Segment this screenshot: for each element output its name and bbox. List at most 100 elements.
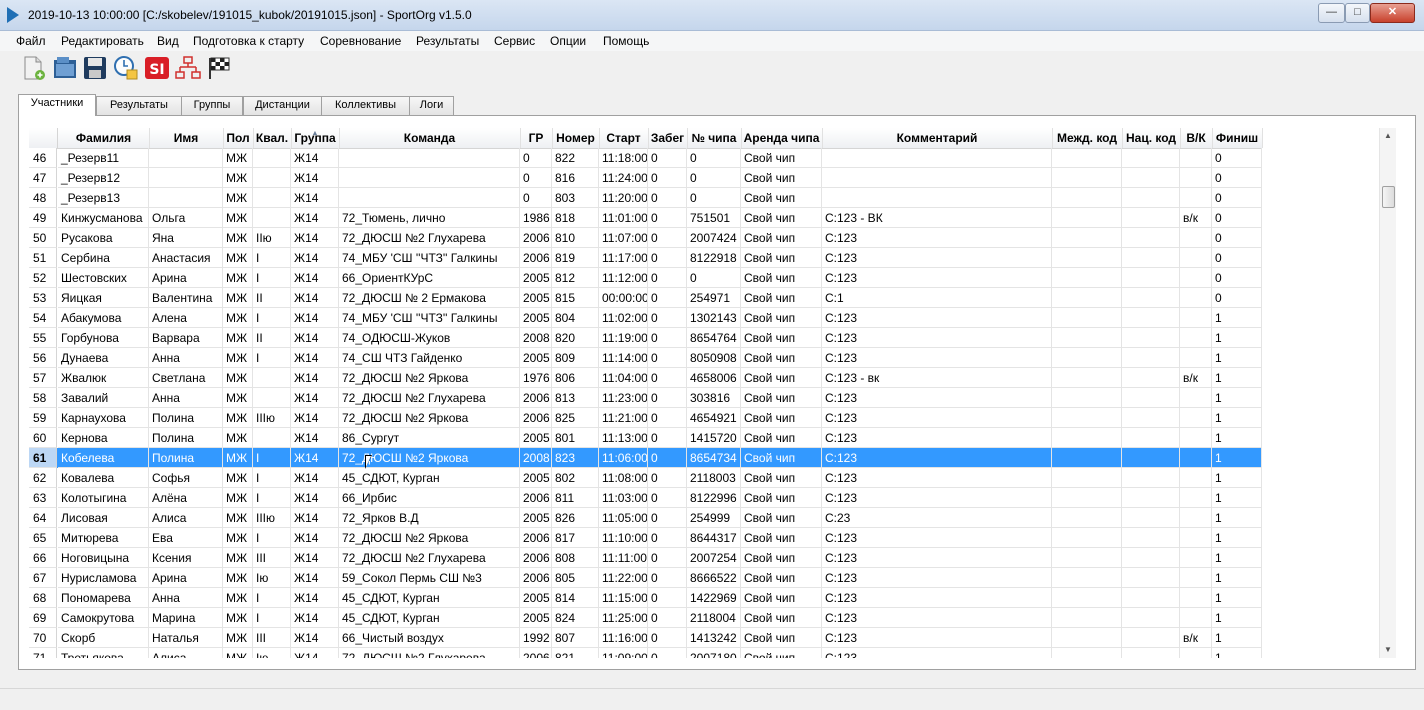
- col-bib-cell[interactable]: 802: [552, 468, 599, 488]
- col-chip-cell[interactable]: 303816: [687, 388, 741, 408]
- col-birth-year-cell[interactable]: 2006: [520, 408, 552, 428]
- col-natl-code-cell[interactable]: [1122, 308, 1180, 328]
- col-birth-year-cell[interactable]: 2006: [520, 568, 552, 588]
- menu-help[interactable]: Помощь: [603, 34, 649, 48]
- col-gender-cell[interactable]: МЖ: [223, 568, 253, 588]
- col-gender-cell[interactable]: МЖ: [223, 348, 253, 368]
- col-qual-cell[interactable]: II: [253, 288, 291, 308]
- col-heat-cell[interactable]: 0: [648, 508, 687, 528]
- col-intl-code-cell[interactable]: [1052, 208, 1122, 228]
- col-name-cell[interactable]: Яна: [149, 228, 223, 248]
- col-chip-rent-cell[interactable]: Свой чип: [741, 488, 822, 508]
- col-birth-year-cell[interactable]: 1986: [520, 208, 552, 228]
- col-gender-cell[interactable]: МЖ: [223, 488, 253, 508]
- col-chip-rent-cell[interactable]: Свой чип: [741, 328, 822, 348]
- col-heat-cell[interactable]: 0: [648, 388, 687, 408]
- col-name-cell[interactable]: [149, 148, 223, 168]
- col-surname-cell[interactable]: Русакова: [58, 228, 149, 248]
- col-out-of-comp-cell[interactable]: [1180, 268, 1212, 288]
- col-start-cell[interactable]: 11:03:00: [599, 488, 648, 508]
- col-chip-rent-cell[interactable]: Свой чип: [741, 348, 822, 368]
- col-qual-cell[interactable]: [253, 148, 291, 168]
- col-gender-cell[interactable]: МЖ: [223, 148, 253, 168]
- col-intl-code-cell[interactable]: [1052, 328, 1122, 348]
- col-chip-header[interactable]: № чипа: [687, 128, 742, 148]
- table-row[interactable]: 68 Пономарева Анна МЖ I Ж14 45_СДЮТ, Курган 200…: [29, 588, 1262, 608]
- col-heat-cell[interactable]: 0: [648, 408, 687, 428]
- col-qual-cell[interactable]: [253, 368, 291, 388]
- table-row[interactable]: 69 Самокрутова Марина МЖ I Ж14 45_СДЮТ, Курган…: [29, 608, 1262, 628]
- col-group-cell[interactable]: Ж14: [291, 528, 339, 548]
- col-natl-code-cell[interactable]: [1122, 468, 1180, 488]
- col-team-cell[interactable]: 66_ОриентКУрС: [339, 268, 520, 288]
- col-birth-year-cell[interactable]: 2006: [520, 388, 552, 408]
- col-chip-cell[interactable]: 0: [687, 188, 741, 208]
- col-bib-cell[interactable]: 815: [552, 288, 599, 308]
- col-intl-code-cell[interactable]: [1052, 488, 1122, 508]
- col-comment-cell[interactable]: С:123: [822, 268, 1052, 288]
- col-chip-rent-cell[interactable]: Свой чип: [741, 228, 822, 248]
- col-name-cell[interactable]: Ксения: [149, 548, 223, 568]
- col-chip-rent-cell[interactable]: Свой чип: [741, 168, 822, 188]
- col-team-cell[interactable]: 72_Ярков В.Д: [339, 508, 520, 528]
- col-team-cell[interactable]: 86_Сургут: [339, 428, 520, 448]
- col-start-cell[interactable]: 11:11:00: [599, 548, 648, 568]
- col-bib-cell[interactable]: 809: [552, 348, 599, 368]
- col-qual-cell[interactable]: III: [253, 628, 291, 648]
- col-comment-cell[interactable]: С:123: [822, 408, 1052, 428]
- table-row[interactable]: 47 _Резерв12 МЖ Ж14 0 816 11:24:00 0 0 Свой чип 0: [29, 168, 1262, 188]
- menu-file[interactable]: Файл: [16, 34, 46, 48]
- col-natl-code-cell[interactable]: [1122, 248, 1180, 268]
- col-birth-year-cell[interactable]: 2005: [520, 468, 552, 488]
- col-chip-rent-cell[interactable]: Свой чип: [741, 288, 822, 308]
- col-chip-rent-cell[interactable]: Свой чип: [741, 628, 822, 648]
- col-birth-year-cell[interactable]: 2005: [520, 608, 552, 628]
- menu-options[interactable]: Опции: [550, 34, 586, 48]
- col-surname-cell[interactable]: Нурисламова: [58, 568, 149, 588]
- col-comment-cell[interactable]: С:123: [822, 548, 1052, 568]
- col-gender-cell[interactable]: МЖ: [223, 648, 253, 658]
- col-out-of-comp-cell[interactable]: [1180, 648, 1212, 658]
- col-finish-cell[interactable]: 1: [1212, 548, 1262, 568]
- col-birth-year-cell[interactable]: 2008: [520, 448, 552, 468]
- row-number[interactable]: 55: [29, 328, 57, 348]
- col-chip-rent-cell[interactable]: Свой чип: [741, 188, 822, 208]
- col-heat-cell[interactable]: 0: [648, 548, 687, 568]
- col-surname-cell[interactable]: Карнаухова: [58, 408, 149, 428]
- col-finish-cell[interactable]: 1: [1212, 348, 1262, 368]
- col-group-cell[interactable]: Ж14: [291, 208, 339, 228]
- col-surname-cell[interactable]: Абакумова: [58, 308, 149, 328]
- col-intl-code-cell[interactable]: [1052, 648, 1122, 658]
- col-start-cell[interactable]: 00:00:00: [599, 288, 648, 308]
- menu-preparation[interactable]: Подготовка к старту: [193, 34, 304, 48]
- scroll-thumb[interactable]: [1382, 186, 1395, 208]
- row-number[interactable]: 52: [29, 268, 57, 288]
- col-team-cell[interactable]: 74_МБУ 'СШ ''ЧТЗ'' Галкины: [339, 308, 520, 328]
- row-number[interactable]: 47: [29, 168, 57, 188]
- col-natl-code-cell[interactable]: [1122, 508, 1180, 528]
- col-surname-cell[interactable]: Скорб: [58, 628, 149, 648]
- col-chip-rent-cell[interactable]: Свой чип: [741, 428, 822, 448]
- col-group-cell[interactable]: Ж14: [291, 648, 339, 658]
- col-bib-header[interactable]: Номер: [552, 128, 600, 148]
- row-number[interactable]: 65: [29, 528, 57, 548]
- col-natl-code-cell[interactable]: [1122, 588, 1180, 608]
- col-group-cell[interactable]: Ж14: [291, 348, 339, 368]
- table-row[interactable]: 50 Русакова Яна МЖ IIю Ж14 72_ДЮСШ №2 Глухарев…: [29, 228, 1262, 248]
- col-out-of-comp-cell[interactable]: [1180, 388, 1212, 408]
- col-name-cell[interactable]: Полина: [149, 448, 223, 468]
- col-group-cell[interactable]: Ж14: [291, 448, 339, 468]
- menu-results[interactable]: Результаты: [416, 34, 479, 48]
- participants-table[interactable]: Фамилия Имя Пол Квал. ▲ Группа Команда ГР Номер С…: [29, 128, 1379, 658]
- row-number[interactable]: 64: [29, 508, 57, 528]
- col-team-cell[interactable]: 74_МБУ 'СШ ''ЧТЗ'' Галкины: [339, 248, 520, 268]
- col-out-of-comp-cell[interactable]: [1180, 248, 1212, 268]
- col-team-cell[interactable]: 59_Сокол Пермь СШ №3: [339, 568, 520, 588]
- col-group-cell[interactable]: Ж14: [291, 188, 339, 208]
- table-row[interactable]: 53 Яицкая Валентина МЖ II Ж14 72_ДЮСШ № 2 Ерма…: [29, 288, 1262, 308]
- table-row[interactable]: 66 Ноговицына Ксения МЖ III Ж14 72_ДЮСШ №2 Глу…: [29, 548, 1262, 568]
- col-team-header[interactable]: Команда: [339, 128, 521, 148]
- col-group-cell[interactable]: Ж14: [291, 168, 339, 188]
- col-gender-cell[interactable]: МЖ: [223, 288, 253, 308]
- col-surname-cell[interactable]: Лисовая: [58, 508, 149, 528]
